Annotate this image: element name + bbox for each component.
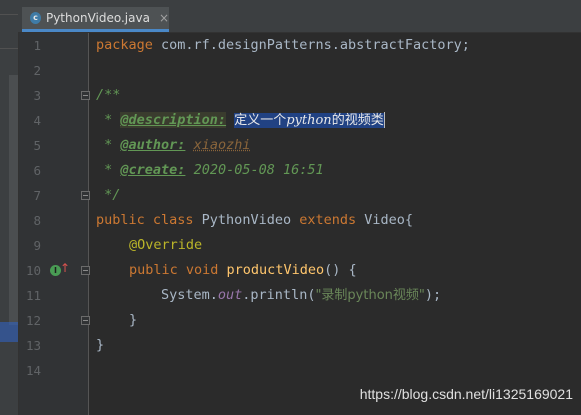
code-line: public class PythonVideo extends Video{ [96, 208, 413, 233]
code-text: System. [161, 287, 218, 303]
code-text: Video{ [356, 212, 414, 228]
doc-comment-open: /** [96, 87, 121, 103]
line-number: 7 [33, 188, 41, 203]
text-cursor [383, 112, 385, 128]
line-number: 10 [25, 263, 41, 278]
keyword: public void [129, 262, 219, 278]
comment-text: 定义一个 [234, 113, 287, 128]
fold-collapse-icon[interactable] [81, 191, 90, 200]
comment-text: 的视频类 [331, 113, 384, 128]
code-line: * @author: xiaozhi [96, 133, 250, 158]
code-editor[interactable]: package com.rf.designPatterns.abstractFa… [96, 33, 581, 415]
code-line: package com.rf.designPatterns.abstractFa… [96, 33, 470, 58]
close-icon[interactable]: × [159, 11, 169, 25]
code-text: .println( [242, 287, 316, 303]
annotation: @Override [129, 237, 203, 253]
override-arrow-icon[interactable]: ↑ [60, 262, 70, 274]
line-number: 8 [33, 213, 41, 228]
tab-label: PythonVideo.java [45, 11, 150, 25]
line-number: 3 [33, 88, 41, 103]
line-number: 12 [25, 313, 41, 328]
code-text: ); [424, 287, 442, 303]
tab-pythonvideo-java[interactable]: c PythonVideo.java × [22, 7, 169, 32]
scrollbar-thumb[interactable] [9, 75, 18, 325]
doc-star: * [96, 112, 121, 128]
code-line: System.out.println("录制python视频"); [161, 283, 441, 308]
line-number: 1 [33, 38, 41, 53]
javadoc-tag: @description: [120, 112, 227, 128]
left-tool-strip [0, 0, 19, 415]
keyword: extends [299, 212, 357, 228]
static-field: out [217, 287, 243, 303]
code-line: * @description: 定义一个python的视频类 [96, 108, 385, 133]
javadoc-value: 2020-05-08 16:51 [193, 162, 324, 178]
code-line: * @create: 2020-05-08 16:51 [96, 158, 324, 183]
line-number: 6 [33, 163, 41, 178]
doc-comment-close: */ [96, 187, 121, 203]
fold-collapse-icon[interactable] [81, 266, 90, 275]
strip-selection [0, 322, 18, 342]
method-name: productVideo [226, 262, 325, 278]
watermark-url: https://blog.csdn.net/li1325169021 [359, 386, 573, 402]
line-number: 2 [33, 63, 41, 78]
strip-divider [0, 14, 18, 15]
closing-brace: } [96, 337, 105, 353]
class-name: PythonVideo [193, 212, 300, 228]
code-text: com.rf.designPatterns.abstractFactory; [152, 37, 470, 53]
doc-star: * [96, 137, 121, 153]
line-number: 4 [33, 113, 41, 128]
selected-text: 定义一个python的视频类 [234, 113, 384, 128]
javadoc-value: xiaozhi [193, 137, 251, 153]
closing-brace: } [129, 312, 138, 328]
line-number-gutter: 1 2 3 4 5 6 7 8 9 10 11 12 13 14 I ↑ [19, 33, 90, 415]
javadoc-tag: @create: [120, 162, 186, 178]
javadoc-tag: @author: [120, 137, 186, 153]
line-number: 5 [33, 138, 41, 153]
fold-collapse-icon[interactable] [81, 316, 90, 325]
editor-tab-bar: c PythonVideo.java × [18, 0, 581, 33]
keyword: package [96, 37, 153, 53]
doc-star: * [96, 162, 121, 178]
java-class-icon: c [30, 12, 41, 24]
line-number: 9 [33, 238, 41, 253]
code-line: public void productVideo() { [129, 258, 357, 283]
strip-divider [0, 48, 18, 49]
line-number: 11 [25, 288, 41, 303]
keyword: public class [96, 212, 194, 228]
line-number: 13 [25, 338, 41, 353]
string-literal: "录制python视频" [315, 288, 425, 303]
fold-collapse-icon[interactable] [81, 91, 90, 100]
line-number: 14 [25, 363, 41, 378]
code-text: () { [324, 262, 357, 278]
comment-text: python [286, 113, 332, 128]
